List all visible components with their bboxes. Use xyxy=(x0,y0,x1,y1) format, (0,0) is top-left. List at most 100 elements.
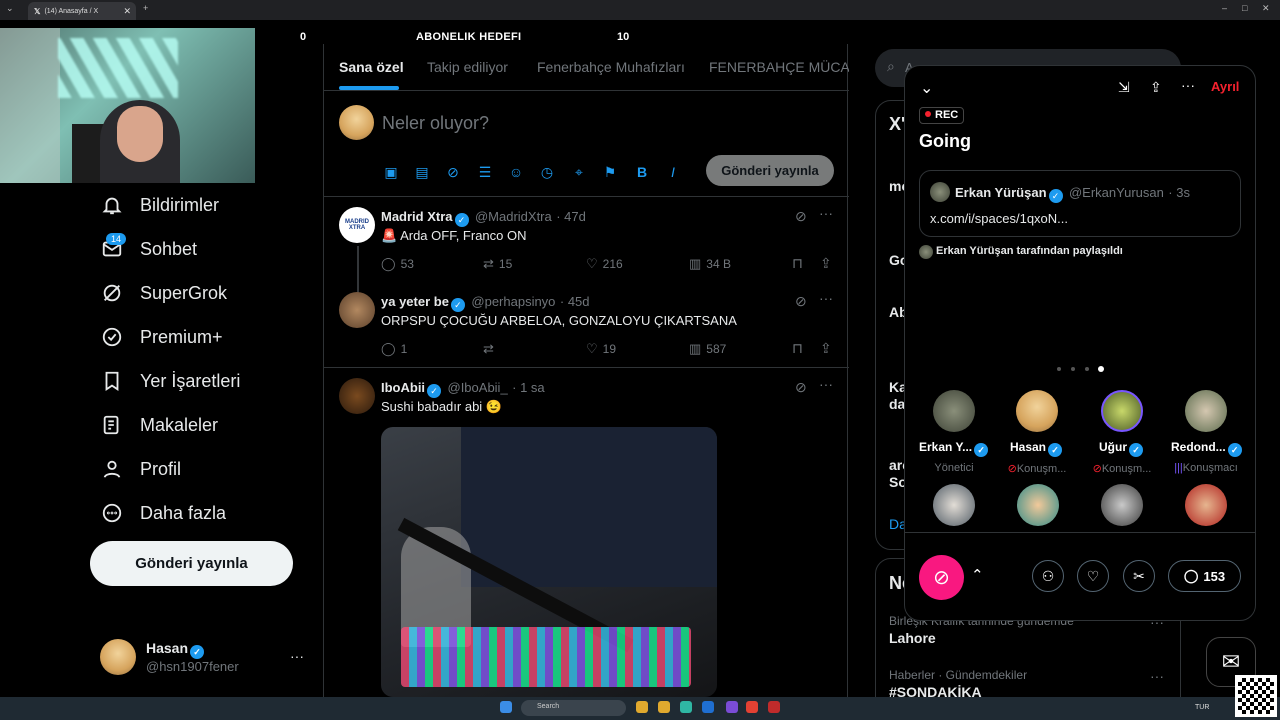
author-name[interactable]: ya yeter be xyxy=(381,294,449,309)
retweet-button[interactable]: ⇄ 15 xyxy=(483,256,512,272)
maximize-icon[interactable]: □ xyxy=(1242,3,1247,13)
speaker-participant[interactable]: Uğur ✓ ⊘Konuşm... xyxy=(1087,384,1157,475)
location-icon[interactable]: ⌖ xyxy=(570,163,588,181)
author-handle[interactable]: @IboAbii_ xyxy=(448,380,508,395)
tweet-time[interactable]: · 45d xyxy=(560,294,590,309)
shared-link[interactable]: x.com/i/spaces/1qxoN... xyxy=(930,211,1068,226)
tab-fenerbahce-muhafizlari[interactable]: Fenerbahçe Muhafızları xyxy=(537,59,685,75)
language-indicator[interactable]: TUR xyxy=(1195,704,1209,711)
participants-button[interactable]: ⚇ xyxy=(1032,560,1064,592)
tab-list-icon[interactable]: ⌄ xyxy=(6,3,14,14)
clip-button[interactable]: ✂ xyxy=(1123,560,1155,592)
author-name[interactable]: Madrid Xtra xyxy=(381,209,453,224)
listener-avatar[interactable] xyxy=(1101,484,1143,526)
speaker-participant[interactable]: Redond... ✓ |||Konuşmacı xyxy=(1171,384,1242,474)
account-switcher[interactable]: Hasan ✓ @hsn1907fener xyxy=(100,639,239,675)
app-icon[interactable] xyxy=(726,701,738,713)
reply-button[interactable]: ◯ 1 xyxy=(381,341,407,357)
gif-icon[interactable]: ▤ xyxy=(413,163,431,181)
react-button[interactable]: ♡ xyxy=(1077,560,1109,592)
trend-item[interactable]: da xyxy=(889,396,905,412)
listener-avatar[interactable] xyxy=(933,484,975,526)
mic-muted-button[interactable]: ⊘ xyxy=(919,555,964,600)
compose-post-button[interactable]: Gönderi yayınla xyxy=(706,155,834,186)
chevron-up-icon[interactable]: ⌃ xyxy=(971,566,984,584)
like-button[interactable]: ♡ 216 xyxy=(586,256,623,272)
grok-icon[interactable]: ⊘ xyxy=(795,208,807,225)
pager-dot[interactable] xyxy=(1085,367,1089,371)
folder-icon[interactable] xyxy=(658,701,670,713)
nav-articles[interactable]: Makaleler xyxy=(100,407,218,443)
share-icon[interactable]: ⇪ xyxy=(820,340,832,357)
views-button[interactable]: ▥ 34 B xyxy=(689,256,731,272)
listener-avatar[interactable] xyxy=(1017,484,1059,526)
pager-dot-active[interactable] xyxy=(1098,366,1104,372)
italic-icon[interactable]: I xyxy=(664,163,682,181)
pager-dot[interactable] xyxy=(1057,367,1061,371)
image-icon[interactable]: ▣ xyxy=(382,163,400,181)
store-icon[interactable] xyxy=(702,701,714,713)
explorer-icon[interactable] xyxy=(636,701,648,713)
grok-icon[interactable]: ⊘ xyxy=(795,293,807,310)
share-icon[interactable]: ⇪ xyxy=(1150,79,1162,96)
new-tab-button[interactable]: + xyxy=(143,3,148,13)
author-handle[interactable]: @perhapsinyo xyxy=(471,294,555,309)
nav-more[interactable]: Daha fazla xyxy=(100,495,226,531)
bookmark-icon[interactable]: ⊓ xyxy=(792,255,803,272)
retweet-button[interactable]: ⇄ xyxy=(483,341,499,357)
nav-profile[interactable]: Profil xyxy=(100,451,181,487)
trend-item[interactable]: Lahore xyxy=(889,630,936,646)
more-icon[interactable]: ··· xyxy=(819,205,833,221)
account-more-icon[interactable]: ··· xyxy=(290,648,304,664)
close-window-icon[interactable]: ✕ xyxy=(1262,3,1270,14)
browser-tab[interactable]: 𝕏 (14) Anasayfa / X ✕ xyxy=(28,2,136,20)
app-icon[interactable] xyxy=(768,701,780,713)
shared-post-card[interactable]: Erkan Yürüşan ✓ @ErkanYurusan · 3s x.com/… xyxy=(919,170,1241,237)
leave-space-button[interactable]: Ayrıl xyxy=(1211,79,1239,94)
tweet-media[interactable] xyxy=(381,427,717,697)
listener-avatar[interactable] xyxy=(1185,484,1227,526)
tab-following[interactable]: Takip ediliyor xyxy=(427,59,508,75)
avatar[interactable] xyxy=(339,292,375,328)
grok-icon[interactable]: ⊘ xyxy=(795,379,807,396)
tweet-time[interactable]: · 47d xyxy=(556,209,586,224)
grok-icon[interactable]: ⊘ xyxy=(444,163,462,181)
minimize-space-icon[interactable]: ⇲ xyxy=(1118,79,1130,96)
more-icon[interactable]: ··· xyxy=(819,290,833,306)
flag-icon[interactable]: ⚑ xyxy=(601,163,619,181)
chrome-icon[interactable] xyxy=(746,701,758,713)
bold-icon[interactable]: B xyxy=(633,163,651,181)
nav-notifications[interactable]: Bildirimler xyxy=(100,187,219,223)
avatar[interactable]: MADRID XTRA xyxy=(339,207,375,243)
nav-premium[interactable]: Premium+ xyxy=(100,319,223,355)
bookmark-icon[interactable]: ⊓ xyxy=(792,340,803,357)
author-handle[interactable]: @MadridXtra xyxy=(475,209,552,224)
compose-input[interactable]: Neler oluyor? xyxy=(382,113,489,134)
poll-icon[interactable]: ☰ xyxy=(476,163,494,181)
tweet-time[interactable]: · 1 sa xyxy=(512,380,545,395)
edge-icon[interactable] xyxy=(680,701,692,713)
views-button[interactable]: ▥ 587 xyxy=(689,341,726,357)
collapse-icon[interactable]: ⌄ xyxy=(920,78,933,98)
tab-fenerbahce-mucadele[interactable]: FENERBAHÇE MÜCADİ xyxy=(709,59,849,75)
like-button[interactable]: ♡ 19 xyxy=(586,341,616,357)
start-icon[interactable] xyxy=(500,701,512,713)
comments-button[interactable]: ◯ 153 xyxy=(1168,560,1241,592)
tab-for-you[interactable]: Sana özel xyxy=(339,59,404,75)
emoji-icon[interactable]: ☺ xyxy=(507,163,525,181)
schedule-icon[interactable]: ◷ xyxy=(538,163,556,181)
more-icon[interactable]: ··· xyxy=(1181,77,1195,93)
post-button[interactable]: Gönderi yayınla xyxy=(90,541,293,586)
pager-dot[interactable] xyxy=(1071,367,1075,371)
share-icon[interactable]: ⇪ xyxy=(820,255,832,272)
close-tab-icon[interactable]: ✕ xyxy=(123,6,131,17)
speaker-participant[interactable]: Hasan ✓ ⊘Konuşm... xyxy=(1002,384,1072,475)
reply-button[interactable]: ◯ 53 xyxy=(381,256,414,272)
nav-bookmarks[interactable]: Yer İşaretleri xyxy=(100,363,240,399)
nav-supergrok[interactable]: SuperGrok xyxy=(100,275,227,311)
avatar[interactable] xyxy=(339,378,375,414)
taskbar-search[interactable]: Search xyxy=(521,700,626,716)
more-icon[interactable]: ··· xyxy=(819,376,833,392)
host-participant[interactable]: Erkan Y... ✓ Yönetici xyxy=(919,384,989,474)
minimize-icon[interactable]: – xyxy=(1222,3,1227,13)
